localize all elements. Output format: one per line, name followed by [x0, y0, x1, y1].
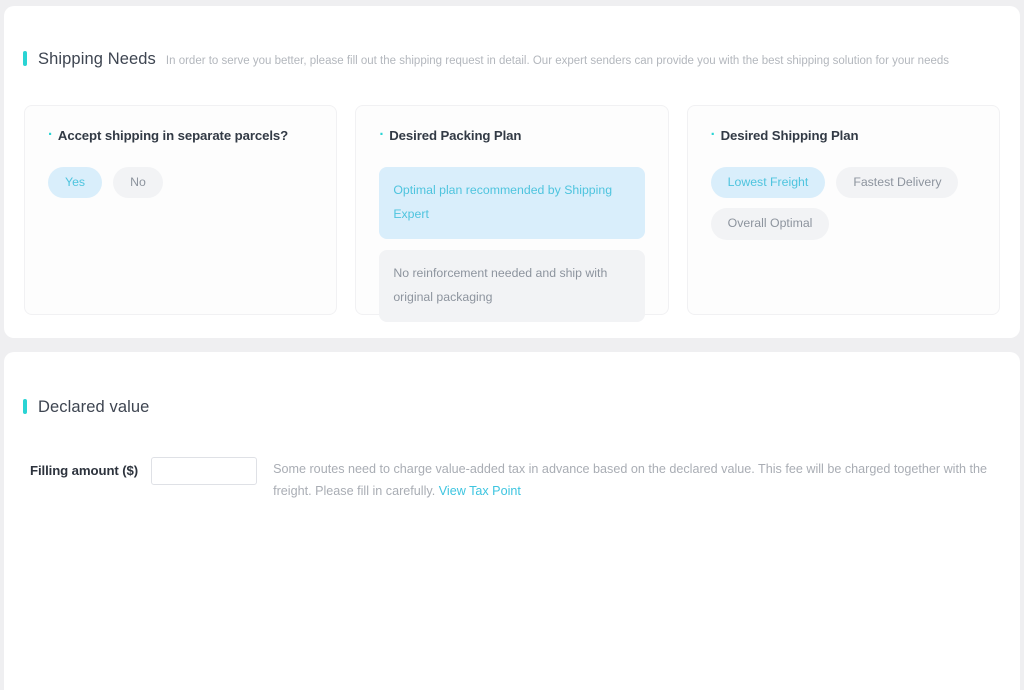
accent-bar-icon: [23, 399, 27, 414]
shipping-needs-header: Shipping Needs In order to serve you bet…: [4, 49, 949, 69]
required-dot-icon: ·: [379, 126, 385, 143]
option-no[interactable]: No: [113, 167, 163, 199]
filling-amount-row: Filling amount ($) Some routes need to c…: [30, 457, 996, 502]
filling-amount-input[interactable]: [151, 457, 258, 485]
view-tax-point-link[interactable]: View Tax Point: [439, 484, 521, 498]
shipping-needs-panel: Shipping Needs In order to serve you bet…: [4, 6, 1020, 338]
declared-value-title: Declared value: [38, 398, 150, 416]
card-title-label: Accept shipping in separate parcels?: [57, 128, 289, 143]
page-subtitle: In order to serve you better, please fil…: [165, 55, 950, 67]
page-title: Shipping Needs: [38, 50, 156, 68]
option-lowest-freight[interactable]: Lowest Freight: [710, 167, 826, 199]
option-yes[interactable]: Yes: [48, 167, 103, 199]
declared-value-hint: Some routes need to charge value-added t…: [273, 457, 996, 502]
options-group-separate-parcels: Yes No: [48, 167, 313, 199]
filling-amount-label: Filling amount ($): [30, 463, 139, 478]
hint-text: Some routes need to charge value-added t…: [273, 462, 987, 498]
option-overall-optimal[interactable]: Overall Optimal: [710, 208, 830, 240]
options-group-packing-plan: Optimal plan recommended by Shipping Exp…: [379, 167, 645, 322]
card-title: · Accept shipping in separate parcels?: [48, 126, 313, 143]
card-title: · Desired Shipping Plan: [710, 126, 976, 143]
page-root: Shipping Needs In order to serve you bet…: [0, 0, 1024, 690]
declared-value-panel: Declared value Filling amount ($) Some r…: [4, 352, 1020, 690]
card-title-label: Desired Packing Plan: [389, 128, 522, 143]
required-dot-icon: ·: [710, 126, 716, 143]
options-group-shipping-plan: Lowest Freight Fastest Delivery Overall …: [710, 167, 976, 240]
option-fastest-delivery[interactable]: Fastest Delivery: [836, 167, 959, 199]
card-packing-plan: · Desired Packing Plan Optimal plan reco…: [355, 105, 669, 322]
card-title: · Desired Packing Plan: [379, 126, 644, 143]
card-shipping-plan: · Desired Shipping Plan Lowest Freight F…: [686, 105, 1000, 315]
card-separate-parcels: · Accept shipping in separate parcels? Y…: [24, 105, 338, 315]
card-title-label: Desired Shipping Plan: [720, 128, 859, 143]
option-optimal-plan[interactable]: Optimal plan recommended by Shipping Exp…: [379, 167, 645, 239]
option-original-packaging[interactable]: No reinforcement needed and ship with or…: [379, 249, 645, 322]
declared-value-header: Declared value: [4, 397, 149, 417]
required-dot-icon: ·: [48, 126, 53, 143]
accent-bar-icon: [23, 51, 27, 66]
shipping-needs-cards: · Accept shipping in separate parcels? Y…: [4, 105, 1020, 322]
